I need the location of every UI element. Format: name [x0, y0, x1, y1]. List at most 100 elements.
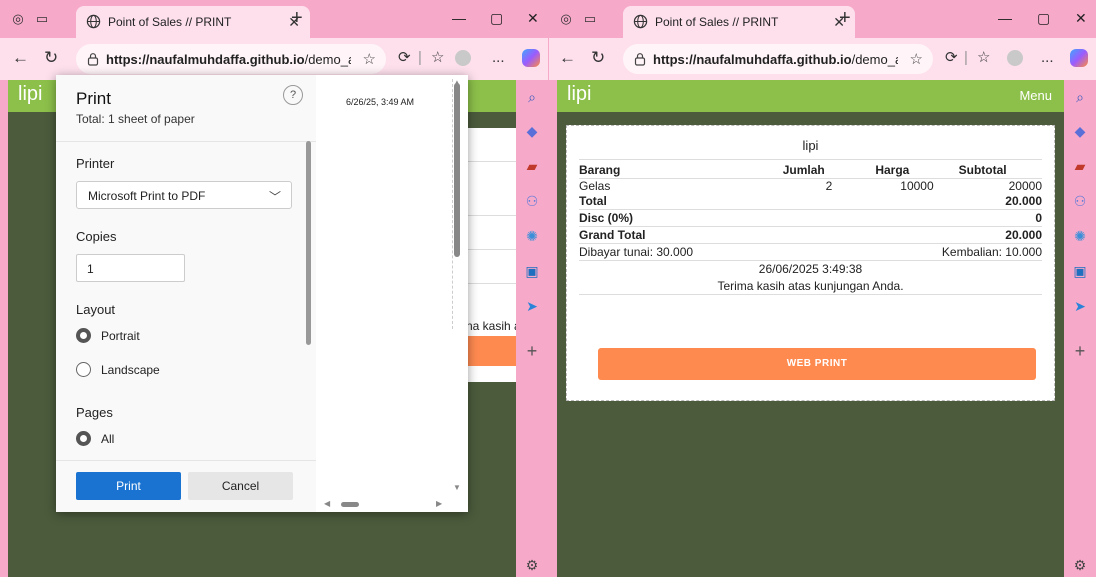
people-icon[interactable]: ⚇ — [524, 193, 540, 209]
favorite-star-icon[interactable]: ☆ — [363, 50, 376, 68]
favorites-icon[interactable]: ☆ — [977, 49, 990, 67]
copilot-icon[interactable] — [522, 49, 540, 67]
new-tab-icon[interactable]: + — [839, 8, 851, 28]
app-header: lipi Menu — [557, 80, 1064, 112]
minimize-icon[interactable]: — — [998, 10, 1012, 26]
discount-label: Disc (0%) — [579, 211, 634, 225]
briefcase-icon[interactable]: ▰ — [1072, 158, 1088, 174]
app-brand[interactable]: lipi — [567, 83, 591, 106]
scroll-down-arrow-icon[interactable]: ▼ — [453, 483, 461, 492]
help-icon[interactable]: ? — [283, 85, 303, 105]
preview-header-date: 6/26/25, 3:49 AM — [346, 97, 415, 107]
receipt-datetime: 26/06/2025 3:49:38 — [758, 262, 863, 276]
briefcase-icon[interactable]: ▰ — [524, 158, 540, 174]
more-options-icon[interactable]: ... — [492, 49, 505, 67]
payment-row: Dibayar tunai: 30.000 Kembalian: 10.000 — [579, 244, 1042, 261]
item-name: Gelas — [579, 179, 611, 193]
receipt-thanks: Terima kasih atas kunjungan Anda. — [579, 278, 1042, 295]
outlook-icon[interactable]: ▣ — [1072, 263, 1088, 279]
outlook-icon[interactable]: ▣ — [524, 263, 540, 279]
scroll-right-arrow-icon[interactable]: ▶ — [436, 499, 442, 508]
profile-avatar[interactable] — [1007, 50, 1023, 66]
receipt-items-table: Barang Jumlah Harga Subtotal Gelas 2 100… — [579, 160, 1042, 193]
search-icon[interactable]: ⌕ — [1072, 89, 1088, 105]
grand-total-label: Grand Total — [579, 228, 646, 242]
minimize-icon[interactable]: — — [452, 10, 466, 26]
url-field[interactable]: https://naufalmuhdaffa.github.io/demo_al… — [623, 44, 933, 74]
people-icon[interactable]: ⚇ — [1072, 193, 1088, 209]
menu-link[interactable]: Menu — [1019, 88, 1052, 103]
tab-title: Point of Sales // PRINT — [108, 15, 232, 29]
maximize-icon[interactable]: ▢ — [490, 10, 503, 27]
browser-window-right: ◎ ▭ Point of Sales // PRINT ✕ + — ▢ ✕ ← … — [549, 0, 1096, 577]
back-icon[interactable]: ← — [12, 49, 29, 67]
more-options-icon[interactable]: ... — [1041, 49, 1054, 67]
page-viewport: lipi Menu lipi Barang Jumlah Harga Subto… — [557, 80, 1064, 577]
refresh-icon[interactable]: ↻ — [591, 49, 605, 67]
tag-icon[interactable]: ◆ — [524, 123, 540, 139]
layout-landscape-label: Landscape — [101, 363, 160, 377]
send-icon[interactable]: ➤ — [524, 298, 540, 314]
total-label: Total — [579, 194, 607, 208]
divider — [464, 283, 516, 284]
copilot-icon[interactable] — [1070, 49, 1088, 67]
address-bar: ← ↻ https://naufalmuhdaffa.github.io/dem… — [0, 38, 548, 80]
web-print-button[interactable]: WEB PRINT — [598, 348, 1036, 380]
window-close-icon[interactable]: ✕ — [1075, 10, 1087, 27]
print-button[interactable]: Print — [76, 472, 181, 500]
window-close-icon[interactable]: ✕ — [527, 10, 539, 27]
add-sidebar-icon[interactable]: + — [524, 342, 540, 360]
extensions-icon[interactable]: ⟳ — [945, 49, 958, 67]
settings-gear-icon[interactable]: ⚙ — [524, 557, 540, 573]
tab-point-of-sales[interactable]: Point of Sales // PRINT ✕ — [76, 6, 310, 38]
pages-all-radio[interactable] — [76, 431, 91, 446]
preview-vertical-scrollbar[interactable] — [454, 83, 460, 257]
settings-gear-icon[interactable]: ⚙ — [1072, 557, 1088, 573]
copilot-sidebar-icon[interactable]: ✺ — [1072, 228, 1088, 244]
extensions-icon[interactable]: ⟳ — [398, 49, 411, 67]
print-sheet-summary: Total: 1 sheet of paper — [76, 112, 195, 126]
tab-actions-icon[interactable]: ▭ — [582, 11, 598, 27]
col-header-subtotal: Subtotal — [958, 160, 1042, 179]
lock-icon — [87, 53, 99, 66]
add-sidebar-icon[interactable]: + — [1072, 342, 1088, 360]
web-print-button-background — [464, 336, 516, 366]
print-settings-panel: Print Total: 1 sheet of paper ? Printer … — [56, 75, 316, 512]
url-field[interactable]: https://naufalmuhdaffa.github.io/demo_al… — [76, 44, 386, 74]
table-header-row: Barang Jumlah Harga Subtotal — [579, 160, 1042, 179]
search-icon[interactable]: ⌕ — [524, 89, 540, 105]
back-icon[interactable]: ← — [559, 49, 576, 67]
favorites-icon[interactable]: ☆ — [431, 49, 444, 67]
profile-avatar[interactable] — [455, 50, 471, 66]
url-text: https://naufalmuhdaffa.github.io/demo_al… — [106, 52, 351, 67]
settings-scrollbar[interactable] — [306, 141, 311, 345]
new-tab-icon[interactable]: + — [291, 8, 303, 28]
total-row: Total 20.000 — [579, 193, 1042, 210]
scroll-left-arrow-icon[interactable]: ◀ — [324, 499, 330, 508]
preview-horizontal-scrollbar[interactable] — [341, 502, 359, 507]
maximize-icon[interactable]: ▢ — [1037, 10, 1050, 27]
copilot-sidebar-icon[interactable]: ✺ — [524, 228, 540, 244]
send-icon[interactable]: ➤ — [1072, 298, 1088, 314]
address-bar: ← ↻ https://naufalmuhdaffa.github.io/dem… — [549, 38, 1096, 80]
layout-landscape-radio[interactable] — [76, 362, 91, 377]
workspaces-icon[interactable]: ◎ — [10, 11, 26, 27]
printer-select-value: Microsoft Print to PDF — [88, 189, 206, 203]
col-header-barang: Barang — [579, 160, 783, 179]
copies-input[interactable]: 1 — [76, 254, 185, 282]
tab-point-of-sales[interactable]: Point of Sales // PRINT ✕ — [623, 6, 855, 38]
workspaces-icon[interactable]: ◎ — [558, 11, 574, 27]
divider — [56, 141, 316, 142]
print-dialog: Print Total: 1 sheet of paper ? Printer … — [56, 75, 468, 512]
chevron-down-icon: ﹀ — [268, 190, 281, 204]
tag-icon[interactable]: ◆ — [1072, 123, 1088, 139]
refresh-icon[interactable]: ↻ — [44, 49, 58, 67]
favorite-star-icon[interactable]: ☆ — [910, 50, 923, 68]
cancel-button[interactable]: Cancel — [188, 472, 293, 500]
app-brand[interactable]: lipi — [18, 83, 42, 106]
table-row: Gelas 2 10000 20000 — [579, 179, 1042, 193]
tab-actions-icon[interactable]: ▭ — [34, 11, 50, 27]
item-subtotal: 20000 — [1008, 179, 1042, 193]
printer-select[interactable]: Microsoft Print to PDF ﹀ — [76, 181, 292, 209]
layout-portrait-radio[interactable] — [76, 328, 91, 343]
